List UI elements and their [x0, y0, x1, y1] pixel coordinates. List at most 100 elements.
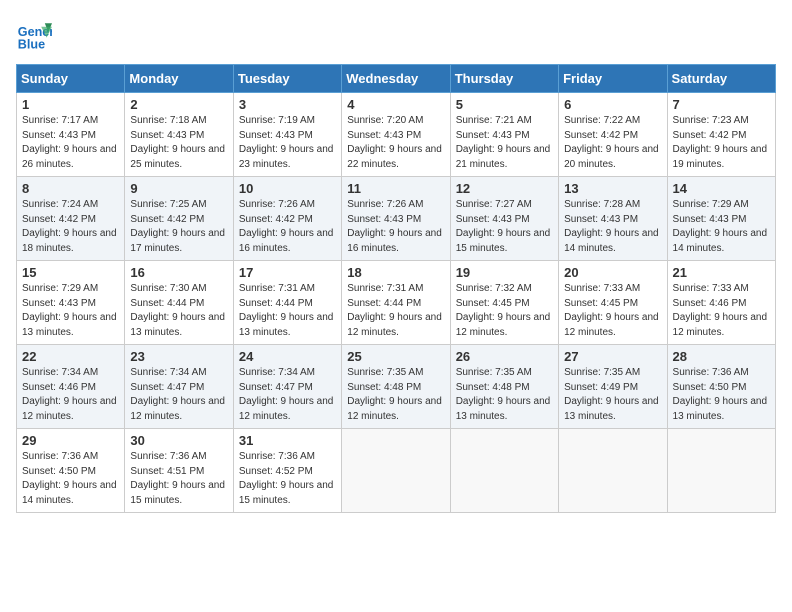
calendar-cell: 15Sunrise: 7:29 AMSunset: 4:43 PMDayligh…	[17, 261, 125, 345]
day-number: 24	[239, 349, 336, 364]
calendar-cell: 21 Sunrise: 7:33 AMSunset: 4:46 PMDayligh…	[667, 261, 775, 345]
day-number: 8	[22, 181, 119, 196]
weekday-header-saturday: Saturday	[667, 65, 775, 93]
calendar-cell: 24 Sunrise: 7:34 AMSunset: 4:47 PMDayligh…	[233, 345, 341, 429]
week-row-4: 22 Sunrise: 7:34 AMSunset: 4:46 PMDayligh…	[17, 345, 776, 429]
calendar-cell: 4 Sunrise: 7:20 AMSunset: 4:43 PMDaylight…	[342, 93, 450, 177]
day-number: 22	[22, 349, 119, 364]
day-number: 10	[239, 181, 336, 196]
calendar-cell: 30Sunrise: 7:36 AMSunset: 4:51 PMDayligh…	[125, 429, 233, 513]
day-number: 4	[347, 97, 444, 112]
day-detail: Sunrise: 7:33 AMSunset: 4:45 PMDaylight:…	[564, 282, 661, 340]
day-detail: Sunrise: 7:33 AMSunset: 4:46 PMDaylight:…	[673, 282, 770, 340]
day-number: 16	[130, 265, 227, 280]
day-number: 14	[673, 181, 770, 196]
day-detail: Sunrise: 7:36 AMSunset: 4:50 PMDaylight:…	[673, 366, 770, 424]
day-detail: Sunrise: 7:24 AMSunset: 4:42 PMDaylight:…	[22, 198, 119, 256]
day-number: 19	[456, 265, 553, 280]
svg-text:Blue: Blue	[18, 37, 45, 51]
day-detail: Sunrise: 7:34 AMSunset: 4:47 PMDaylight:…	[239, 366, 336, 424]
day-detail: Sunrise: 7:23 AMSunset: 4:42 PMDaylight:…	[673, 114, 770, 172]
calendar-cell: 10 Sunrise: 7:26 AMSunset: 4:42 PMDayligh…	[233, 177, 341, 261]
weekday-header-monday: Monday	[125, 65, 233, 93]
calendar-cell: 18 Sunrise: 7:31 AMSunset: 4:44 PMDayligh…	[342, 261, 450, 345]
weekday-header-friday: Friday	[559, 65, 667, 93]
day-detail: Sunrise: 7:18 AMSunset: 4:43 PMDaylight:…	[130, 114, 227, 172]
day-number: 21	[673, 265, 770, 280]
day-number: 12	[456, 181, 553, 196]
calendar-cell: 31 Sunrise: 7:36 AMSunset: 4:52 PMDayligh…	[233, 429, 341, 513]
day-number: 5	[456, 97, 553, 112]
day-number: 9	[130, 181, 227, 196]
day-number: 3	[239, 97, 336, 112]
day-detail: Sunrise: 7:26 AMSunset: 4:43 PMDaylight:…	[347, 198, 444, 256]
day-detail: Sunrise: 7:31 AMSunset: 4:44 PMDaylight:…	[239, 282, 336, 340]
calendar-cell: 26 Sunrise: 7:35 AMSunset: 4:48 PMDayligh…	[450, 345, 558, 429]
day-detail: Sunrise: 7:36 AMSunset: 4:52 PMDaylight:…	[239, 450, 336, 508]
weekday-header-thursday: Thursday	[450, 65, 558, 93]
day-detail: Sunrise: 7:21 AMSunset: 4:43 PMDaylight:…	[456, 114, 553, 172]
day-detail: Sunrise: 7:34 AMSunset: 4:46 PMDaylight:…	[22, 366, 119, 424]
day-number: 28	[673, 349, 770, 364]
day-number: 15	[22, 265, 119, 280]
calendar-cell: 3 Sunrise: 7:19 AMSunset: 4:43 PMDaylight…	[233, 93, 341, 177]
calendar-cell	[342, 429, 450, 513]
day-detail: Sunrise: 7:32 AMSunset: 4:45 PMDaylight:…	[456, 282, 553, 340]
calendar-cell: 9Sunrise: 7:25 AMSunset: 4:42 PMDaylight…	[125, 177, 233, 261]
day-number: 25	[347, 349, 444, 364]
day-detail: Sunrise: 7:17 AMSunset: 4:43 PMDaylight:…	[22, 114, 119, 172]
day-number: 11	[347, 181, 444, 196]
calendar-cell: 12Sunrise: 7:27 AMSunset: 4:43 PMDayligh…	[450, 177, 558, 261]
day-number: 27	[564, 349, 661, 364]
weekday-header-sunday: Sunday	[17, 65, 125, 93]
calendar-cell: 27 Sunrise: 7:35 AMSunset: 4:49 PMDayligh…	[559, 345, 667, 429]
calendar-cell: 19 Sunrise: 7:32 AMSunset: 4:45 PMDayligh…	[450, 261, 558, 345]
day-detail: Sunrise: 7:35 AMSunset: 4:48 PMDaylight:…	[456, 366, 553, 424]
week-row-5: 29Sunrise: 7:36 AMSunset: 4:50 PMDayligh…	[17, 429, 776, 513]
week-row-3: 15Sunrise: 7:29 AMSunset: 4:43 PMDayligh…	[17, 261, 776, 345]
day-detail: Sunrise: 7:31 AMSunset: 4:44 PMDaylight:…	[347, 282, 444, 340]
calendar-cell: 28 Sunrise: 7:36 AMSunset: 4:50 PMDayligh…	[667, 345, 775, 429]
day-number: 1	[22, 97, 119, 112]
day-number: 30	[130, 433, 227, 448]
calendar-cell: 5 Sunrise: 7:21 AMSunset: 4:43 PMDaylight…	[450, 93, 558, 177]
calendar-cell	[559, 429, 667, 513]
day-number: 20	[564, 265, 661, 280]
calendar-cell: 14 Sunrise: 7:29 AMSunset: 4:43 PMDayligh…	[667, 177, 775, 261]
day-detail: Sunrise: 7:35 AMSunset: 4:48 PMDaylight:…	[347, 366, 444, 424]
day-number: 6	[564, 97, 661, 112]
logo-icon: General Blue	[16, 16, 52, 52]
calendar-cell: 1 Sunrise: 7:17 AMSunset: 4:43 PMDaylight…	[17, 93, 125, 177]
day-detail: Sunrise: 7:29 AMSunset: 4:43 PMDaylight:…	[673, 198, 770, 256]
weekday-header-wednesday: Wednesday	[342, 65, 450, 93]
calendar-cell: 22 Sunrise: 7:34 AMSunset: 4:46 PMDayligh…	[17, 345, 125, 429]
calendar-cell	[667, 429, 775, 513]
day-detail: Sunrise: 7:26 AMSunset: 4:42 PMDaylight:…	[239, 198, 336, 256]
calendar-cell: 16Sunrise: 7:30 AMSunset: 4:44 PMDayligh…	[125, 261, 233, 345]
calendar-cell: 6 Sunrise: 7:22 AMSunset: 4:42 PMDaylight…	[559, 93, 667, 177]
day-number: 7	[673, 97, 770, 112]
logo: General Blue	[16, 16, 56, 52]
day-number: 18	[347, 265, 444, 280]
calendar-cell: 8 Sunrise: 7:24 AMSunset: 4:42 PMDaylight…	[17, 177, 125, 261]
week-row-2: 8 Sunrise: 7:24 AMSunset: 4:42 PMDaylight…	[17, 177, 776, 261]
page-header: General Blue	[16, 16, 776, 52]
day-detail: Sunrise: 7:35 AMSunset: 4:49 PMDaylight:…	[564, 366, 661, 424]
calendar-cell: 2 Sunrise: 7:18 AMSunset: 4:43 PMDaylight…	[125, 93, 233, 177]
day-number: 13	[564, 181, 661, 196]
day-detail: Sunrise: 7:20 AMSunset: 4:43 PMDaylight:…	[347, 114, 444, 172]
calendar-cell: 7 Sunrise: 7:23 AMSunset: 4:42 PMDaylight…	[667, 93, 775, 177]
weekday-header-tuesday: Tuesday	[233, 65, 341, 93]
day-detail: Sunrise: 7:34 AMSunset: 4:47 PMDaylight:…	[130, 366, 227, 424]
day-number: 31	[239, 433, 336, 448]
day-detail: Sunrise: 7:22 AMSunset: 4:42 PMDaylight:…	[564, 114, 661, 172]
day-number: 26	[456, 349, 553, 364]
day-number: 2	[130, 97, 227, 112]
day-detail: Sunrise: 7:28 AMSunset: 4:43 PMDaylight:…	[564, 198, 661, 256]
calendar-cell: 20 Sunrise: 7:33 AMSunset: 4:45 PMDayligh…	[559, 261, 667, 345]
calendar-cell: 11 Sunrise: 7:26 AMSunset: 4:43 PMDayligh…	[342, 177, 450, 261]
day-detail: Sunrise: 7:36 AMSunset: 4:50 PMDaylight:…	[22, 450, 119, 508]
calendar-cell: 29Sunrise: 7:36 AMSunset: 4:50 PMDayligh…	[17, 429, 125, 513]
calendar-cell: 13 Sunrise: 7:28 AMSunset: 4:43 PMDayligh…	[559, 177, 667, 261]
day-detail: Sunrise: 7:19 AMSunset: 4:43 PMDaylight:…	[239, 114, 336, 172]
